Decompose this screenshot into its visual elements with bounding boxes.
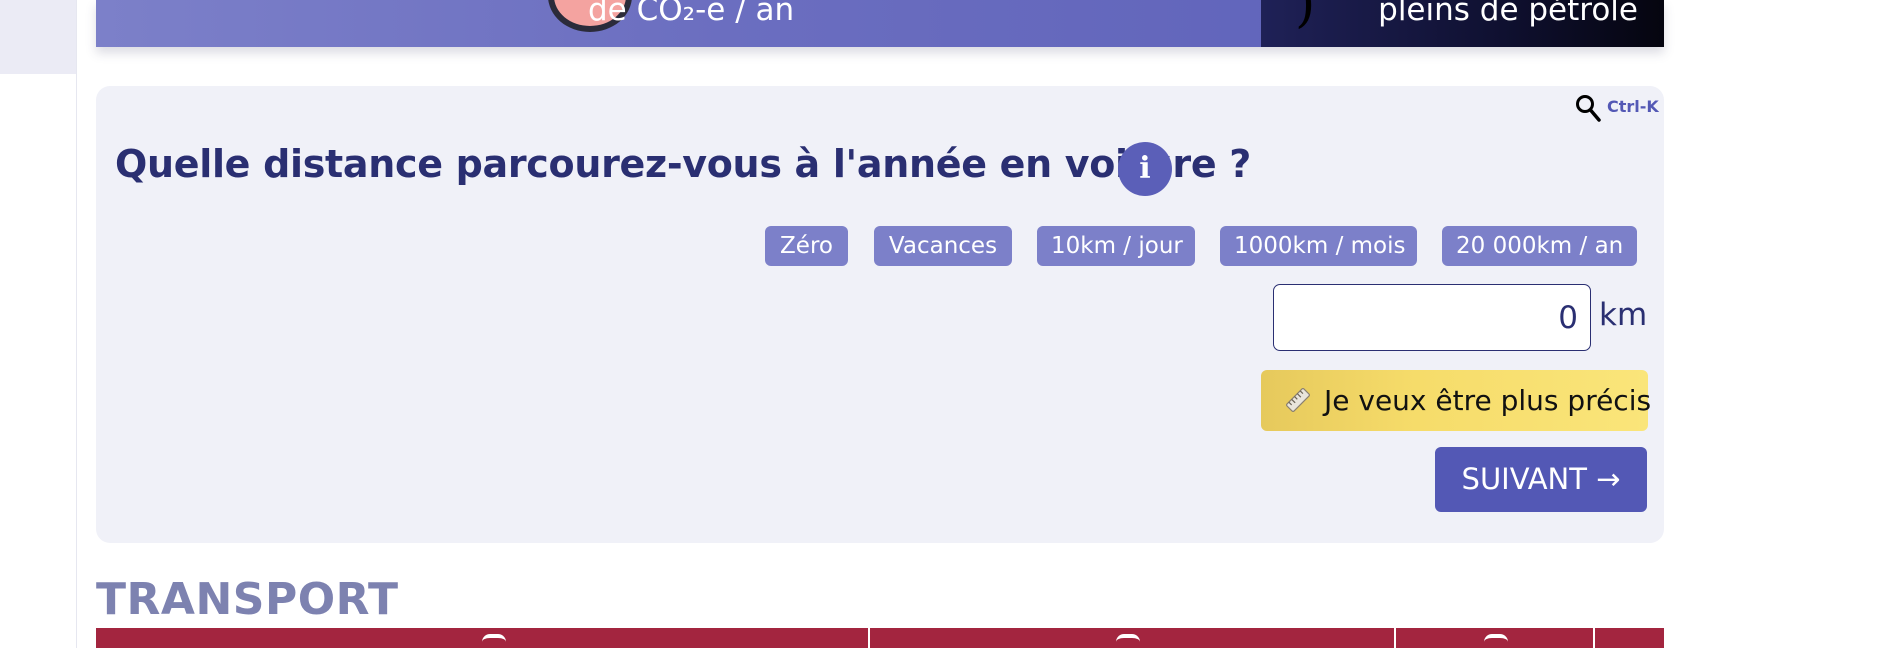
- train-icon: [1116, 634, 1140, 648]
- suggestion-1000km-mois[interactable]: 1000km / mois: [1220, 226, 1417, 266]
- banner-petrol-panel: ) pleins de pétrole: [1261, 0, 1664, 47]
- banner-petrol-text: pleins de pétrole: [1378, 0, 1638, 28]
- distance-input[interactable]: [1273, 284, 1591, 351]
- question-card: Ctrl-K Quelle distance parcourez-vous à …: [96, 86, 1664, 543]
- more-precise-button[interactable]: Je veux être plus précis: [1261, 370, 1652, 431]
- left-rail-active-tab[interactable]: [0, 0, 76, 74]
- suggestion-20000km-an[interactable]: 20 000km / an: [1442, 226, 1637, 266]
- search-shortcut-hint[interactable]: Ctrl-K: [1607, 97, 1659, 116]
- question-title: Quelle distance parcourez-vous à l'année…: [115, 142, 1251, 186]
- ruler-icon: [1286, 388, 1310, 412]
- category-divider: [1394, 628, 1396, 648]
- category-divider: [868, 628, 870, 648]
- banner-co2-unit: de CO₂-e / an: [588, 0, 795, 28]
- transport-category-bar: [96, 628, 1664, 648]
- more-precise-label: Je veux être plus précis: [1324, 384, 1652, 417]
- category-divider: [1593, 628, 1595, 648]
- plane-icon: [482, 634, 506, 648]
- distance-unit: km: [1599, 297, 1648, 333]
- suggestion-vacances[interactable]: Vacances: [874, 226, 1012, 266]
- search-icon[interactable]: [1574, 93, 1602, 123]
- suggestion-zero[interactable]: Zéro: [765, 226, 848, 266]
- section-title-transport: TRANSPORT: [96, 574, 399, 625]
- suggestion-10km-jour[interactable]: 10km / jour: [1037, 226, 1195, 266]
- left-rail: [0, 0, 77, 648]
- banner-bracket-glyph: ): [1295, 0, 1316, 34]
- info-icon[interactable]: i: [1118, 142, 1172, 196]
- next-button[interactable]: SUIVANT →: [1435, 447, 1647, 512]
- footprint-banner: de CO₂-e / an ) pleins de pétrole: [96, 0, 1664, 47]
- bolt-icon: [1484, 634, 1508, 648]
